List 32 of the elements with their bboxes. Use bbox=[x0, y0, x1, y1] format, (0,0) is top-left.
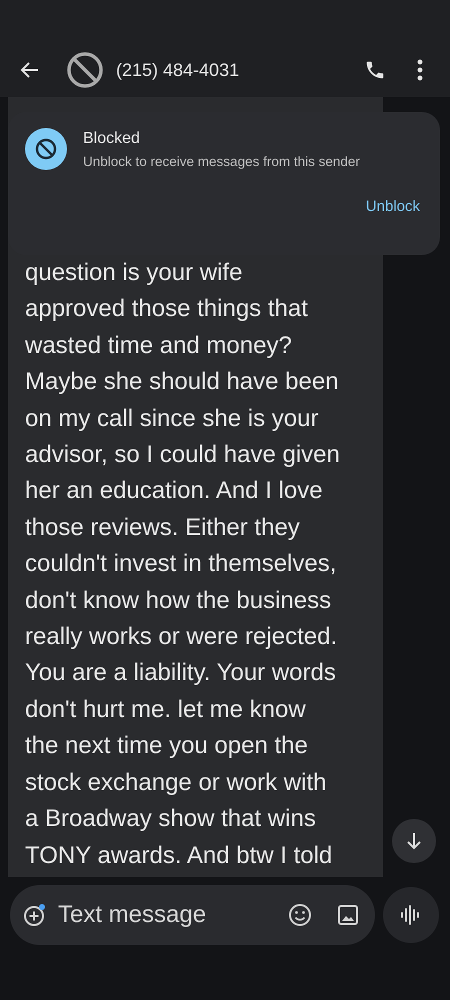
message-text: couldn't invest in themselves, bbox=[25, 549, 338, 580]
compose-field[interactable]: Text message bbox=[10, 885, 375, 945]
banner-subtitle: Unblock to receive messages from this sender bbox=[83, 154, 360, 168]
add-icon[interactable] bbox=[22, 902, 48, 928]
banner-title: Blocked bbox=[83, 130, 141, 148]
message-text: don't know how the business bbox=[25, 586, 332, 616]
message-text: a Broadway show that wins bbox=[25, 804, 317, 834]
phone-icon[interactable] bbox=[364, 59, 386, 81]
message-text: You are a liability. Your words bbox=[25, 658, 337, 688]
message-text: her an education. And I love bbox=[25, 476, 324, 506]
message-text: on my call since she is your bbox=[25, 404, 320, 434]
arrow-down-icon bbox=[405, 831, 423, 851]
image-icon[interactable] bbox=[335, 902, 361, 928]
message-text: stock exchange or work with bbox=[25, 768, 328, 798]
message-text: those reviews. Either they bbox=[25, 512, 301, 543]
emoji-icon[interactable] bbox=[287, 902, 313, 928]
message-text: don't hurt me. let me know bbox=[25, 694, 307, 725]
unblock-button[interactable]: Unblock bbox=[366, 196, 420, 217]
message-text: Maybe she should have been bbox=[25, 367, 340, 398]
message-text: really works or were rejected. bbox=[25, 622, 338, 652]
message-text: advisor, so I could have given bbox=[25, 440, 341, 470]
message-field[interactable]: Text message bbox=[56, 900, 279, 930]
message-text: the next time you open the bbox=[25, 731, 309, 762]
scroll-down-button[interactable] bbox=[392, 819, 436, 863]
message-text: approved those things that bbox=[25, 294, 309, 324]
blocked-icon bbox=[66, 51, 104, 89]
message-text: TONY awards. And btw I told bbox=[25, 840, 334, 870]
contact-number: (215) 484-4031 bbox=[116, 60, 240, 80]
message-text: question is your wife bbox=[25, 258, 244, 288]
more-icon[interactable] bbox=[416, 59, 424, 81]
message-text: wasted time and money? bbox=[25, 330, 293, 361]
blocked-icon bbox=[25, 128, 67, 170]
